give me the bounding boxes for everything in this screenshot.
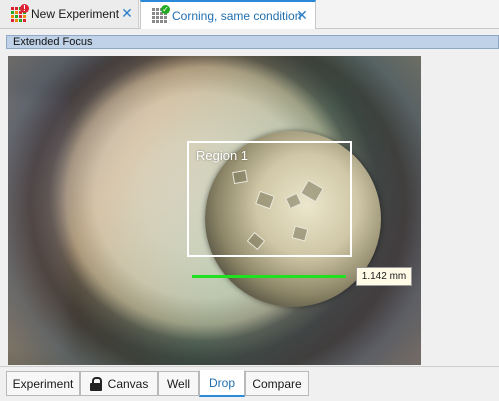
tab-drop[interactable]: Drop — [199, 370, 245, 397]
document-tab-strip: ! New Experiment ✕ ✓ Corning, same condi… — [0, 0, 499, 29]
plate-grid-check-icon: ✓ — [152, 5, 170, 23]
warning-badge-icon: ! — [20, 3, 29, 13]
close-icon[interactable]: ✕ — [295, 8, 309, 22]
region-selection-box[interactable]: Region 1 — [187, 141, 352, 257]
tab-label: Experiment — [12, 376, 74, 391]
experiment-grid-icon: ! — [11, 3, 29, 22]
viewer-side-area — [421, 56, 499, 365]
check-badge-icon: ✓ — [161, 5, 170, 14]
panel-title: Extended Focus — [6, 35, 499, 49]
close-icon[interactable]: ✕ — [120, 6, 134, 20]
tab-new-experiment[interactable]: ! New Experiment ✕ — [0, 0, 139, 28]
drop-image-viewer[interactable]: Region 1 1.142 mm — [8, 56, 421, 365]
scale-label: 1.142 mm — [356, 267, 412, 286]
tab-label: Drop — [208, 376, 235, 390]
tab-well[interactable]: Well — [158, 371, 199, 396]
scale-bar — [192, 275, 346, 278]
tab-corning-same-condition[interactable]: ✓ Corning, same condition ✕ — [140, 0, 316, 29]
tab-label: Compare — [252, 376, 302, 391]
region-label: Region 1 — [196, 148, 249, 163]
tab-label: Canvas — [107, 376, 149, 391]
lock-icon — [89, 376, 102, 391]
tab-canvas[interactable]: Canvas — [80, 371, 158, 396]
tab-compare[interactable]: Compare — [245, 371, 309, 396]
view-tab-strip: Experiment Canvas Well Drop Compare — [0, 366, 499, 401]
tab-experiment[interactable]: Experiment — [6, 371, 80, 396]
tab-label: New Experiment — [31, 7, 120, 21]
tab-label: Well — [166, 376, 191, 391]
tab-label: Corning, same condition — [172, 8, 302, 23]
